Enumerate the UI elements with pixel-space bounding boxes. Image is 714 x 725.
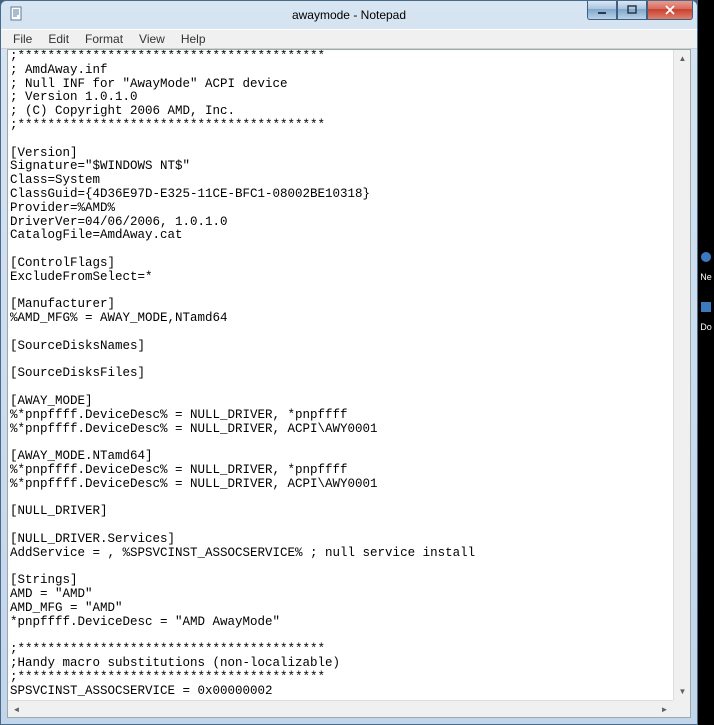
right-sidebar-fragment: Ne Do [698,0,714,725]
scroll-right-button[interactable]: ► [656,701,673,718]
app-icon [9,6,25,22]
horizontal-scrollbar[interactable]: ◄ ► [8,700,673,717]
menu-format[interactable]: Format [77,30,131,48]
menu-view[interactable]: View [131,30,173,48]
menubar: File Edit Format View Help [1,29,697,49]
window-controls [587,1,693,20]
scroll-up-button[interactable]: ▲ [674,50,691,67]
titlebar[interactable]: awaymode - Notepad [1,1,697,29]
vertical-scrollbar[interactable]: ▲ ▼ [673,50,690,700]
text-editor[interactable]: ;***************************************… [8,50,690,700]
scroll-down-button[interactable]: ▼ [674,683,691,700]
sidebar-fragment-item [699,300,713,314]
minimize-button[interactable] [587,1,617,20]
vscroll-track[interactable] [674,67,690,683]
window-title: awaymode - Notepad [292,8,406,22]
maximize-button[interactable] [617,1,647,20]
editor-content[interactable]: ;***************************************… [10,50,688,698]
scroll-left-button[interactable]: ◄ [8,701,25,718]
hscroll-track[interactable] [25,701,656,717]
sidebar-fragment-label: Ne [699,270,713,284]
menu-help[interactable]: Help [173,30,214,48]
menu-edit[interactable]: Edit [40,30,77,48]
client-area: ;***************************************… [7,49,691,718]
notepad-window: awaymode - Notepad File Edit Format View… [0,0,698,725]
sidebar-fragment-item [699,250,713,264]
menu-file[interactable]: File [5,30,40,48]
sidebar-fragment-label: Do [699,320,713,334]
scroll-corner [673,700,690,717]
close-button[interactable] [647,1,693,20]
